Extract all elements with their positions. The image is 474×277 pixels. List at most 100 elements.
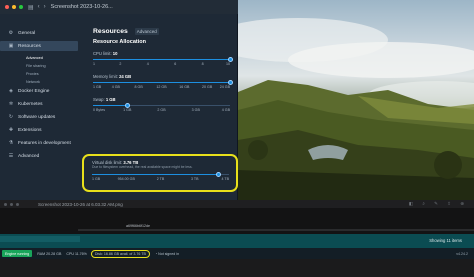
tick-label: 4 GB [111, 85, 120, 89]
swap-setting: Swap: 1 GB 0 Bytes 1 GB 2 GB 3 GB 4 GB [93, 97, 235, 115]
footer-bar [0, 236, 80, 242]
tick-label: 2 GB [157, 108, 166, 112]
tick-label: 24 GB [219, 85, 230, 89]
lower-window-title: Screenshot 2023-10-26 at 6.03.32 AM.png [38, 201, 123, 207]
disk-note: Due to filesystem overhead, the real ava… [92, 165, 193, 169]
tick-label: 1 [93, 62, 95, 66]
sidebar-item-kubernetes[interactable]: ✲ Kubernetes [0, 99, 84, 109]
sidebar-item-label: Docker Engine [18, 88, 50, 94]
slider-fill [92, 173, 219, 175]
tick-label: 10 [226, 62, 230, 66]
update-icon: ↻ [8, 114, 14, 120]
memory-ticks: 1 GB 4 GB 8 GB 12 GB 16 GB 20 GB 24 GB [93, 85, 230, 92]
disk-highlight: Virtual disk limit: 3.76 TB Due to files… [82, 154, 238, 192]
resources-icon: ▣ [8, 43, 14, 49]
slider-knob[interactable] [227, 56, 233, 62]
sidebar-item-software-updates[interactable]: ↻ Software updates [0, 112, 84, 122]
version-label: v4.24.2 [456, 251, 468, 256]
disk-setting: Virtual disk limit: 3.76 TB Due to files… [92, 160, 232, 184]
sidebar-subitem-proxies[interactable]: Proxies [0, 70, 84, 78]
engine-icon: ◈ [9, 88, 13, 94]
tick-label: 4 TB [221, 177, 229, 181]
sidebar-subitem-file-sharing[interactable]: File sharing [0, 62, 84, 70]
zoom-window-button[interactable] [16, 202, 19, 206]
forward-icon[interactable]: › [44, 4, 46, 10]
sidebar-item-label: General [18, 30, 36, 36]
docker-settings-window: ▤ ‹ › Screenshot 2023-10-26... ⚙ General… [0, 0, 238, 200]
landscape-image [238, 18, 474, 200]
tick-label: 4 [146, 62, 149, 66]
back-icon[interactable]: ‹ [38, 4, 40, 10]
tick-label: 20 GB [202, 85, 213, 89]
close-window-button[interactable] [4, 202, 7, 206]
tick-label: 0 Bytes [93, 108, 105, 112]
sidebar-item-label: Kubernetes [18, 101, 43, 107]
cpu-ticks: 1 2 4 6 8 10 [93, 62, 230, 69]
tick-label: 6 [174, 62, 177, 66]
desktop-wallpaper [238, 0, 474, 200]
sidebar-item-general[interactable]: ⚙ General [0, 28, 84, 38]
settings-sidebar: ⚙ General ▣ Resources Advanced File shar… [0, 28, 84, 200]
advanced-icon: ☰ [8, 153, 14, 159]
signin-status[interactable]: ◔ Not signed in [155, 252, 179, 256]
sidebar-item-label: Resources [18, 43, 41, 49]
slider-fill [93, 81, 230, 83]
resources-tabs: Resources Advanced [93, 28, 235, 38]
zoom-window-button[interactable] [19, 5, 23, 9]
container-id: a69f66b6f12de [126, 224, 150, 228]
sidebar-item-advanced[interactable]: ☰ Advanced [0, 151, 84, 161]
beaker-icon: ⚗ [8, 140, 14, 146]
tick-label: 3 GB [191, 108, 200, 112]
slider-knob[interactable] [227, 79, 233, 85]
tick-label: 1 GB [92, 177, 101, 181]
tick-label: 1 GB [123, 108, 132, 112]
tick-label: 12 GB [156, 85, 167, 89]
minimize-window-button[interactable] [10, 202, 13, 206]
ram-usage: RAM 20.28 GB [37, 251, 62, 256]
sidebar-item-docker-engine[interactable]: ◈ Docker Engine [0, 86, 84, 96]
sidebar-subitem-advanced[interactable]: Advanced [0, 54, 84, 62]
memory-setting: Memory limit: 24 GB 1 GB 4 GB 8 GB 12 GB 16 … [93, 74, 235, 92]
page-title: Resources [93, 28, 128, 35]
sidebar-toggle-icon[interactable]: ▤ [28, 4, 34, 11]
selection-strip [78, 229, 474, 231]
tick-label: 8 [201, 62, 204, 66]
slider-fill [93, 58, 230, 60]
section-title: Resource Allocation [93, 39, 146, 45]
engine-status-badge[interactable]: Engine running [2, 250, 33, 257]
disk-usage: Disk: 16.86 GB avail. of 3.76 TB [90, 249, 150, 258]
sidebar-item-resources[interactable]: ▣ Resources [0, 41, 78, 51]
cpu-setting: CPU limit: 10 1 2 4 6 8 10 [93, 51, 235, 69]
sidebar-item-label: Features in development [18, 140, 71, 146]
slider-knob[interactable] [215, 171, 221, 177]
tick-label: 2 TB [156, 177, 165, 181]
docker-status-bar: Engine running RAM 20.28 GB CPU 11.76% D… [0, 248, 474, 259]
sidebar-item-features-in-development[interactable]: ⚗ Features in development [0, 138, 84, 148]
sidebar-subitem-network[interactable]: Network [0, 78, 84, 86]
tab-advanced[interactable]: Advanced [134, 28, 159, 35]
slider-knob[interactable] [124, 102, 130, 108]
puzzle-icon: ✚ [8, 127, 14, 133]
window-title: Screenshot 2023-10-26... [50, 4, 113, 10]
gear-icon: ⚙ [8, 30, 14, 36]
tick-label: 8 GB [134, 85, 143, 89]
resources-panel: Resources Advanced Resource Allocation C… [93, 28, 235, 115]
toolbar-icons[interactable]: ◧ ⌕ ✎ ⇪ ⊕ [409, 201, 468, 207]
tick-label: 3 TB [190, 177, 199, 181]
kubernetes-icon: ✲ [8, 101, 14, 107]
minimize-window-button[interactable] [12, 5, 16, 9]
tick-label: 4 GB [221, 108, 230, 112]
tick-label: 1 GB [93, 85, 102, 89]
item-count: Showing 11 items [429, 238, 462, 243]
tick-label: 16 GB [179, 85, 190, 89]
sidebar-item-label: Extensions [18, 127, 42, 133]
sidebar-item-label: Software updates [18, 114, 56, 120]
signin-label: Not signed in [158, 251, 180, 256]
swap-ticks: 0 Bytes 1 GB 2 GB 3 GB 4 GB [93, 108, 230, 115]
sidebar-item-extensions[interactable]: ✚ Extensions [0, 125, 84, 135]
sidebar-item-label: Advanced [18, 153, 40, 159]
lower-window-titlebar: Screenshot 2023-10-26 at 6.03.32 AM.png … [0, 200, 474, 208]
disk-ticks: 1 GB 954.00 GB 2 TB 3 TB 4 TB [92, 177, 229, 184]
close-window-button[interactable] [5, 5, 9, 9]
slider-fill [93, 104, 128, 106]
